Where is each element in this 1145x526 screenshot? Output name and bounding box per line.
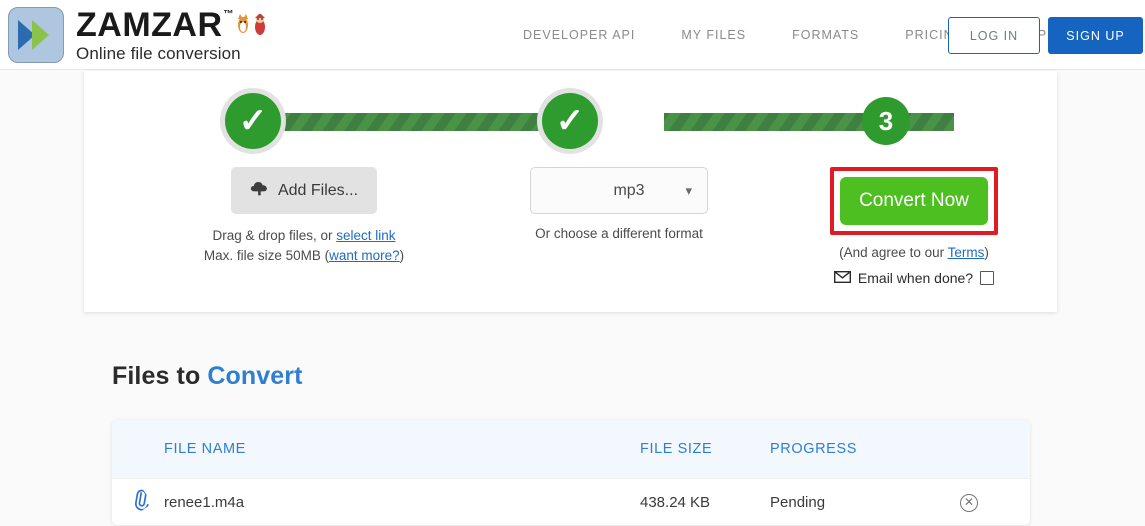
nav-item-formats[interactable]: FORMATS xyxy=(769,28,882,42)
drag-drop-line: Drag & drop files, or select link xyxy=(144,226,464,246)
brand-text: ZAMZAR ™ Online file conversion xyxy=(76,8,269,62)
file-type-cell xyxy=(112,489,164,515)
files-table-header: FILE NAME FILE SIZE PROGRESS xyxy=(112,420,1030,478)
brand-title: ZAMZAR xyxy=(76,6,223,44)
email-notify-label: Email when done? xyxy=(857,270,974,286)
select-link[interactable]: select link xyxy=(336,228,395,243)
convert-now-button[interactable]: Convert Now xyxy=(840,177,988,225)
site-header: ZAMZAR ™ Online file conversion DEVELOPE… xyxy=(0,0,1145,70)
table-row: renee1.m4a 438.24 KB Pending ✕ xyxy=(112,478,1030,525)
terms-link[interactable]: Terms xyxy=(948,245,985,260)
step-progress-bar: ✓ ✓ 3 xyxy=(84,71,1057,151)
email-notify-row: Email when done? xyxy=(779,270,1049,286)
heading-plain-text: Files to xyxy=(112,362,208,390)
sign-up-button[interactable]: SIGN UP xyxy=(1048,17,1143,54)
step-2-indicator: ✓ xyxy=(542,93,598,149)
paperclip-icon xyxy=(128,487,156,517)
column-header-progress: PROGRESS xyxy=(770,441,857,457)
add-files-label: Add Files... xyxy=(277,181,359,199)
file-name-cell: renee1.m4a xyxy=(164,493,245,511)
convert-column: Convert Now (And agree to our Terms) Ema… xyxy=(779,167,1049,286)
format-select-wrapper: mp3 ▾ xyxy=(530,167,708,214)
format-select[interactable]: mp3 xyxy=(530,167,708,214)
drag-drop-hint: Drag & drop files, or select link Max. f… xyxy=(144,226,464,265)
format-column: mp3 ▾ Or choose a different format xyxy=(474,167,764,241)
converter-card: ✓ ✓ 3 Add Files... Drag & drop files, or… xyxy=(84,71,1057,312)
check-icon: ✓ xyxy=(238,102,268,140)
want-more-link[interactable]: want more? xyxy=(329,248,400,263)
terms-suffix: ) xyxy=(984,245,989,260)
brand-subtitle: Online file conversion xyxy=(76,44,241,63)
nav-item-developer-api[interactable]: DEVELOPER API xyxy=(500,28,658,42)
progress-track-2 xyxy=(664,113,954,131)
email-notify-checkbox[interactable] xyxy=(980,271,995,285)
column-header-file-name: FILE NAME xyxy=(164,441,246,457)
file-progress-cell: Pending xyxy=(770,493,826,511)
nav-item-my-files[interactable]: MY FILES xyxy=(658,28,769,42)
add-files-button[interactable]: Add Files... xyxy=(231,167,377,214)
terms-note: (And agree to our Terms) xyxy=(779,245,1049,260)
column-header-file-size: FILE SIZE xyxy=(640,441,713,457)
terms-prefix: (And agree to our xyxy=(839,245,948,260)
files-table: FILE NAME FILE SIZE PROGRESS renee1.m4a … xyxy=(112,420,1030,525)
zamzar-logo-icon xyxy=(8,7,64,63)
max-size-suffix: ) xyxy=(399,247,405,263)
file-size-cell: 438.24 KB xyxy=(640,493,711,511)
envelope-icon xyxy=(833,270,851,286)
files-to-convert-heading: Files to Convert xyxy=(112,362,303,391)
max-size-line: Max. file size 50MB (want more?) xyxy=(144,246,464,266)
log-in-button[interactable]: LOG IN xyxy=(948,17,1040,54)
heading-highlight-text: Convert xyxy=(207,362,303,390)
progress-track-1 xyxy=(274,113,564,131)
convert-highlight-box: Convert Now xyxy=(830,167,998,235)
add-files-column: Add Files... Drag & drop files, or selec… xyxy=(144,167,464,265)
step-3-indicator: 3 xyxy=(862,97,910,145)
step-1-indicator: ✓ xyxy=(225,93,281,149)
remove-file-icon[interactable]: ✕ xyxy=(960,493,978,512)
drag-drop-text: Drag & drop files, or xyxy=(212,228,337,243)
trademark-symbol: ™ xyxy=(223,9,235,20)
max-size-text: Max. file size 50MB ( xyxy=(203,247,330,263)
brand-logo[interactable]: ZAMZAR ™ Online file conversion xyxy=(8,7,269,63)
format-note: Or choose a different format xyxy=(535,226,703,241)
upload-cloud-icon xyxy=(250,180,269,201)
step-number: 3 xyxy=(878,106,894,136)
brand-title-row: ZAMZAR ™ xyxy=(76,8,269,42)
check-icon: ✓ xyxy=(555,102,585,140)
mascot-icon xyxy=(235,14,269,36)
file-actions-cell: ✕ xyxy=(960,493,1030,512)
